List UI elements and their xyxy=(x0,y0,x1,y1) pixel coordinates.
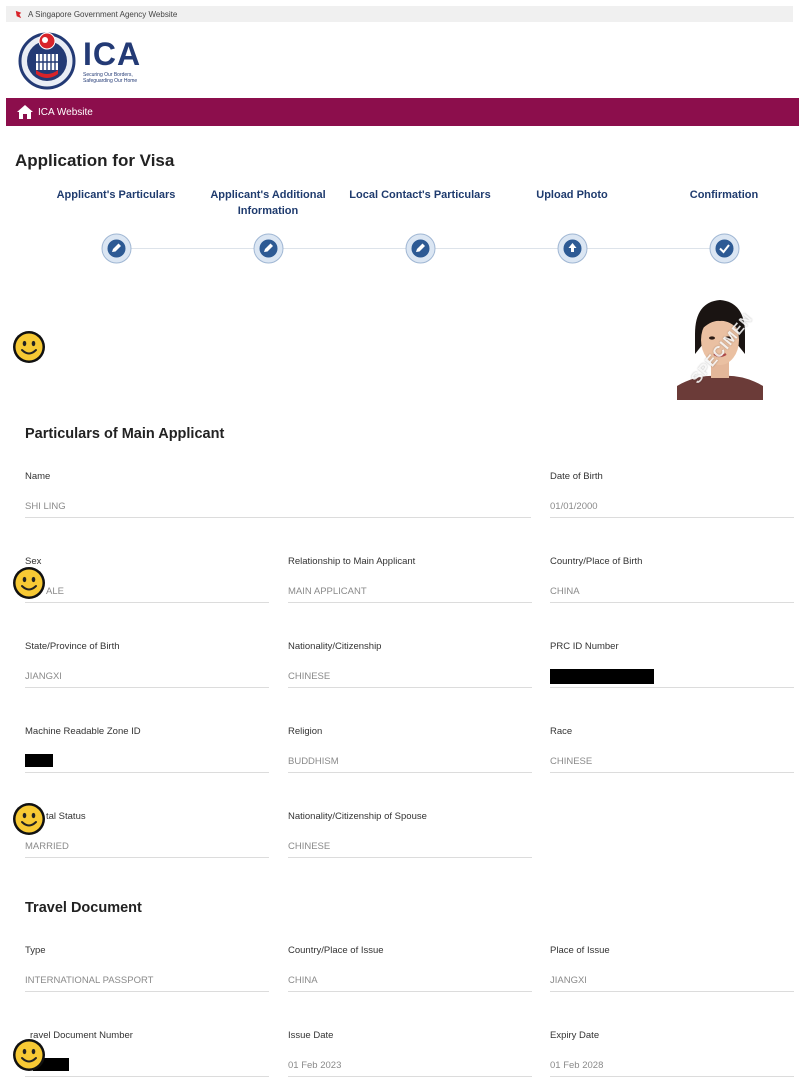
smiley-face-icon xyxy=(13,1039,45,1071)
race-field: Race CHINESE xyxy=(550,726,794,773)
step-label-applicant-particulars[interactable]: Applicant's Particulars xyxy=(50,187,182,203)
prc-id-value xyxy=(550,669,794,684)
mrz-id-label: Machine Readable Zone ID xyxy=(25,726,141,737)
doc-number-label: ravel Document Number xyxy=(30,1030,133,1041)
redaction-bar xyxy=(550,669,654,684)
relationship-label: Relationship to Main Applicant xyxy=(288,556,416,567)
issue-country-field: Country/Place of Issue CHINA xyxy=(288,945,532,992)
step-label-confirmation[interactable]: Confirmation xyxy=(658,187,790,203)
name-label: Name xyxy=(25,471,51,482)
marital-status-value: MARRIED xyxy=(25,841,69,852)
expiry-date-label: Expiry Date xyxy=(550,1030,600,1041)
religion-value: BUDDHISM xyxy=(288,756,339,767)
birth-state-label: State/Province of Birth xyxy=(25,641,120,652)
step-label-additional-information[interactable]: Applicant's Additional Information xyxy=(202,187,334,219)
nationality-field: Nationality/Citizenship CHINESE xyxy=(288,641,532,688)
sex-label: Sex xyxy=(25,556,42,567)
race-value: CHINESE xyxy=(550,756,593,767)
race-label: Race xyxy=(550,726,573,737)
top-navbar: ICA Website xyxy=(6,98,799,126)
mrz-id-value xyxy=(25,754,269,768)
travel-document-section-title: Travel Document xyxy=(25,900,142,916)
ica-crest-icon[interactable] xyxy=(18,28,76,90)
applicant-photo: SPECIMEN xyxy=(677,294,763,400)
pencil-badge-icon[interactable] xyxy=(101,233,132,264)
issue-place-label: Place of Issue xyxy=(550,945,610,956)
dob-field: Date of Birth 01/01/2000 xyxy=(550,471,794,518)
spouse-nationality-field: Nationality/Citizenship of Spouse CHINES… xyxy=(288,811,532,858)
pencil-badge-icon[interactable] xyxy=(405,233,436,264)
doc-number-value xyxy=(25,1058,269,1072)
religion-label: Religion xyxy=(288,726,323,737)
marital-status-field: tal Status MARRIED xyxy=(25,811,269,858)
spouse-nationality-label: Nationality/Citizenship of Spouse xyxy=(288,811,427,822)
issue-country-value: CHINA xyxy=(288,975,318,986)
smiley-face-icon xyxy=(13,331,45,363)
religion-field: Religion BUDDHISM xyxy=(288,726,532,773)
doc-type-value: INTERNATIONAL PASSPORT xyxy=(25,975,154,986)
lion-head-icon xyxy=(15,10,22,18)
step-label-local-contact[interactable]: Local Contact's Particulars xyxy=(344,187,496,203)
main-applicant-section-title: Particulars of Main Applicant xyxy=(25,426,225,442)
birth-country-value: CHINA xyxy=(550,586,580,597)
site-header: ICA Securing Our Borders, Safeguarding O… xyxy=(6,22,793,98)
pencil-badge-icon[interactable] xyxy=(253,233,284,264)
birth-country-field: Country/Place of Birth CHINA xyxy=(550,556,794,603)
sex-field: Sex ALE xyxy=(25,556,269,603)
doc-type-label: Type xyxy=(25,945,46,956)
dob-label: Date of Birth xyxy=(550,471,603,482)
redaction-bar xyxy=(25,754,53,767)
gov-banner: A Singapore Government Agency Website xyxy=(6,6,793,22)
birth-state-value: JIANGXI xyxy=(25,671,62,682)
name-field: Name SHI LING xyxy=(25,471,531,518)
gov-banner-text: A Singapore Government Agency Website xyxy=(28,9,178,19)
issue-country-label: Country/Place of Issue xyxy=(288,945,384,956)
prc-id-label: PRC ID Number xyxy=(550,641,619,652)
issue-date-field: Issue Date 01 Feb 2023 xyxy=(288,1030,532,1077)
smiley-face-icon xyxy=(13,567,45,599)
expiry-date-value: 01 Feb 2028 xyxy=(550,1060,604,1071)
issue-place-field: Place of Issue JIANGXI xyxy=(550,945,794,992)
nationality-label: Nationality/Citizenship xyxy=(288,641,382,652)
name-value: SHI LING xyxy=(25,501,66,512)
ica-tagline: Securing Our Borders, Safeguarding Our H… xyxy=(83,72,138,84)
marital-status-label: tal Status xyxy=(46,811,86,822)
issue-date-value: 01 Feb 2023 xyxy=(288,1060,342,1071)
issue-place-value: JIANGXI xyxy=(550,975,587,986)
check-badge-icon[interactable] xyxy=(709,233,740,264)
birth-country-label: Country/Place of Birth xyxy=(550,556,643,567)
nationality-value: CHINESE xyxy=(288,671,331,682)
birth-state-field: State/Province of Birth JIANGXI xyxy=(25,641,269,688)
ica-website-link[interactable]: ICA Website xyxy=(38,107,93,118)
home-icon[interactable] xyxy=(16,104,34,120)
sex-value: ALE xyxy=(46,586,64,597)
smiley-face-icon xyxy=(13,803,45,835)
mrz-id-field: Machine Readable Zone ID xyxy=(25,726,269,773)
step-label-upload-photo[interactable]: Upload Photo xyxy=(506,187,638,203)
relationship-field: Relationship to Main Applicant MAIN APPL… xyxy=(288,556,532,603)
issue-date-label: Issue Date xyxy=(288,1030,334,1041)
dob-value: 01/01/2000 xyxy=(550,501,598,512)
doc-number-field: ravel Document Number xyxy=(25,1030,269,1077)
page-title: Application for Visa xyxy=(15,151,175,170)
doc-type-field: Type INTERNATIONAL PASSPORT xyxy=(25,945,269,992)
relationship-value: MAIN APPLICANT xyxy=(288,586,367,597)
spouse-nationality-value: CHINESE xyxy=(288,841,331,852)
upload-badge-icon[interactable] xyxy=(557,233,588,264)
expiry-date-field: Expiry Date 01 Feb 2028 xyxy=(550,1030,794,1077)
ica-wordmark[interactable]: ICA xyxy=(83,36,141,73)
prc-id-field: PRC ID Number xyxy=(550,641,794,688)
